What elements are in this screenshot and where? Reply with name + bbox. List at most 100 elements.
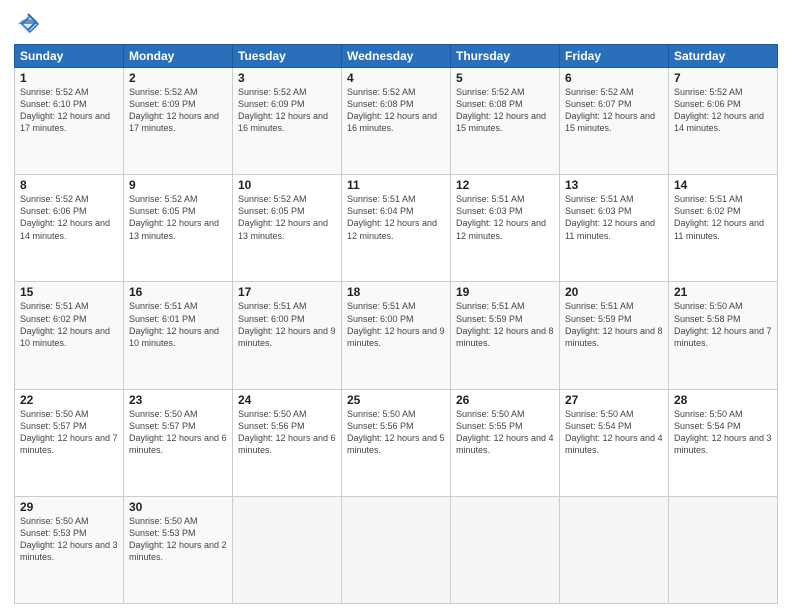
day-cell: 17 Sunrise: 5:51 AMSunset: 6:00 PMDaylig…: [233, 282, 342, 389]
day-number: 17: [238, 285, 336, 299]
day-cell: 15 Sunrise: 5:51 AMSunset: 6:02 PMDaylig…: [15, 282, 124, 389]
day-info: Sunrise: 5:52 AMSunset: 6:06 PMDaylight:…: [20, 194, 110, 240]
day-cell: 19 Sunrise: 5:51 AMSunset: 5:59 PMDaylig…: [451, 282, 560, 389]
day-cell: 23 Sunrise: 5:50 AMSunset: 5:57 PMDaylig…: [124, 389, 233, 496]
day-number: 8: [20, 178, 118, 192]
day-cell: 26 Sunrise: 5:50 AMSunset: 5:55 PMDaylig…: [451, 389, 560, 496]
day-info: Sunrise: 5:52 AMSunset: 6:09 PMDaylight:…: [238, 87, 328, 133]
day-info: Sunrise: 5:52 AMSunset: 6:05 PMDaylight:…: [238, 194, 328, 240]
logo: [14, 10, 46, 38]
page: SundayMondayTuesdayWednesdayThursdayFrid…: [0, 0, 792, 612]
week-row-4: 22 Sunrise: 5:50 AMSunset: 5:57 PMDaylig…: [15, 389, 778, 496]
day-number: 20: [565, 285, 663, 299]
day-cell: [560, 496, 669, 603]
day-info: Sunrise: 5:51 AMSunset: 6:01 PMDaylight:…: [129, 301, 219, 347]
day-cell: [451, 496, 560, 603]
header-cell-thursday: Thursday: [451, 45, 560, 68]
day-info: Sunrise: 5:51 AMSunset: 6:03 PMDaylight:…: [456, 194, 546, 240]
day-cell: 7 Sunrise: 5:52 AMSunset: 6:06 PMDayligh…: [669, 68, 778, 175]
calendar-table: SundayMondayTuesdayWednesdayThursdayFrid…: [14, 44, 778, 604]
day-info: Sunrise: 5:51 AMSunset: 5:59 PMDaylight:…: [456, 301, 554, 347]
day-number: 6: [565, 71, 663, 85]
day-number: 14: [674, 178, 772, 192]
day-number: 12: [456, 178, 554, 192]
day-cell: 24 Sunrise: 5:50 AMSunset: 5:56 PMDaylig…: [233, 389, 342, 496]
day-cell: 2 Sunrise: 5:52 AMSunset: 6:09 PMDayligh…: [124, 68, 233, 175]
header-cell-monday: Monday: [124, 45, 233, 68]
day-cell: [342, 496, 451, 603]
day-info: Sunrise: 5:51 AMSunset: 6:00 PMDaylight:…: [238, 301, 336, 347]
day-number: 21: [674, 285, 772, 299]
day-info: Sunrise: 5:51 AMSunset: 6:00 PMDaylight:…: [347, 301, 445, 347]
day-info: Sunrise: 5:52 AMSunset: 6:07 PMDaylight:…: [565, 87, 655, 133]
day-number: 22: [20, 393, 118, 407]
day-cell: 20 Sunrise: 5:51 AMSunset: 5:59 PMDaylig…: [560, 282, 669, 389]
day-number: 5: [456, 71, 554, 85]
day-number: 2: [129, 71, 227, 85]
header: [14, 10, 778, 38]
day-info: Sunrise: 5:50 AMSunset: 5:56 PMDaylight:…: [347, 409, 445, 455]
day-cell: [233, 496, 342, 603]
day-info: Sunrise: 5:50 AMSunset: 5:53 PMDaylight:…: [129, 516, 227, 562]
day-cell: 29 Sunrise: 5:50 AMSunset: 5:53 PMDaylig…: [15, 496, 124, 603]
day-cell: 10 Sunrise: 5:52 AMSunset: 6:05 PMDaylig…: [233, 175, 342, 282]
day-info: Sunrise: 5:50 AMSunset: 5:55 PMDaylight:…: [456, 409, 554, 455]
day-cell: [669, 496, 778, 603]
logo-icon: [14, 10, 42, 38]
day-number: 1: [20, 71, 118, 85]
day-number: 9: [129, 178, 227, 192]
day-info: Sunrise: 5:50 AMSunset: 5:57 PMDaylight:…: [129, 409, 227, 455]
day-number: 30: [129, 500, 227, 514]
day-info: Sunrise: 5:51 AMSunset: 5:59 PMDaylight:…: [565, 301, 663, 347]
day-info: Sunrise: 5:51 AMSunset: 6:03 PMDaylight:…: [565, 194, 655, 240]
day-info: Sunrise: 5:50 AMSunset: 5:56 PMDaylight:…: [238, 409, 336, 455]
day-info: Sunrise: 5:50 AMSunset: 5:58 PMDaylight:…: [674, 301, 772, 347]
day-info: Sunrise: 5:52 AMSunset: 6:05 PMDaylight:…: [129, 194, 219, 240]
day-cell: 9 Sunrise: 5:52 AMSunset: 6:05 PMDayligh…: [124, 175, 233, 282]
day-number: 25: [347, 393, 445, 407]
day-info: Sunrise: 5:51 AMSunset: 6:04 PMDaylight:…: [347, 194, 437, 240]
day-number: 24: [238, 393, 336, 407]
day-number: 3: [238, 71, 336, 85]
day-info: Sunrise: 5:50 AMSunset: 5:57 PMDaylight:…: [20, 409, 118, 455]
day-number: 16: [129, 285, 227, 299]
day-number: 19: [456, 285, 554, 299]
week-row-1: 1 Sunrise: 5:52 AMSunset: 6:10 PMDayligh…: [15, 68, 778, 175]
day-cell: 12 Sunrise: 5:51 AMSunset: 6:03 PMDaylig…: [451, 175, 560, 282]
day-number: 15: [20, 285, 118, 299]
week-row-2: 8 Sunrise: 5:52 AMSunset: 6:06 PMDayligh…: [15, 175, 778, 282]
day-number: 4: [347, 71, 445, 85]
day-number: 13: [565, 178, 663, 192]
week-row-5: 29 Sunrise: 5:50 AMSunset: 5:53 PMDaylig…: [15, 496, 778, 603]
day-number: 7: [674, 71, 772, 85]
day-cell: 22 Sunrise: 5:50 AMSunset: 5:57 PMDaylig…: [15, 389, 124, 496]
day-info: Sunrise: 5:50 AMSunset: 5:54 PMDaylight:…: [674, 409, 772, 455]
header-cell-saturday: Saturday: [669, 45, 778, 68]
day-cell: 14 Sunrise: 5:51 AMSunset: 6:02 PMDaylig…: [669, 175, 778, 282]
day-cell: 27 Sunrise: 5:50 AMSunset: 5:54 PMDaylig…: [560, 389, 669, 496]
header-cell-friday: Friday: [560, 45, 669, 68]
calendar-header: SundayMondayTuesdayWednesdayThursdayFrid…: [15, 45, 778, 68]
header-cell-wednesday: Wednesday: [342, 45, 451, 68]
day-info: Sunrise: 5:51 AMSunset: 6:02 PMDaylight:…: [20, 301, 110, 347]
day-number: 26: [456, 393, 554, 407]
day-info: Sunrise: 5:52 AMSunset: 6:09 PMDaylight:…: [129, 87, 219, 133]
day-cell: 3 Sunrise: 5:52 AMSunset: 6:09 PMDayligh…: [233, 68, 342, 175]
day-cell: 6 Sunrise: 5:52 AMSunset: 6:07 PMDayligh…: [560, 68, 669, 175]
day-info: Sunrise: 5:52 AMSunset: 6:10 PMDaylight:…: [20, 87, 110, 133]
header-cell-tuesday: Tuesday: [233, 45, 342, 68]
header-cell-sunday: Sunday: [15, 45, 124, 68]
day-cell: 1 Sunrise: 5:52 AMSunset: 6:10 PMDayligh…: [15, 68, 124, 175]
day-info: Sunrise: 5:52 AMSunset: 6:08 PMDaylight:…: [347, 87, 437, 133]
day-cell: 8 Sunrise: 5:52 AMSunset: 6:06 PMDayligh…: [15, 175, 124, 282]
day-number: 29: [20, 500, 118, 514]
day-cell: 11 Sunrise: 5:51 AMSunset: 6:04 PMDaylig…: [342, 175, 451, 282]
day-cell: 25 Sunrise: 5:50 AMSunset: 5:56 PMDaylig…: [342, 389, 451, 496]
day-info: Sunrise: 5:50 AMSunset: 5:54 PMDaylight:…: [565, 409, 663, 455]
day-number: 10: [238, 178, 336, 192]
day-number: 23: [129, 393, 227, 407]
day-number: 18: [347, 285, 445, 299]
day-cell: 5 Sunrise: 5:52 AMSunset: 6:08 PMDayligh…: [451, 68, 560, 175]
day-info: Sunrise: 5:52 AMSunset: 6:06 PMDaylight:…: [674, 87, 764, 133]
day-cell: 28 Sunrise: 5:50 AMSunset: 5:54 PMDaylig…: [669, 389, 778, 496]
